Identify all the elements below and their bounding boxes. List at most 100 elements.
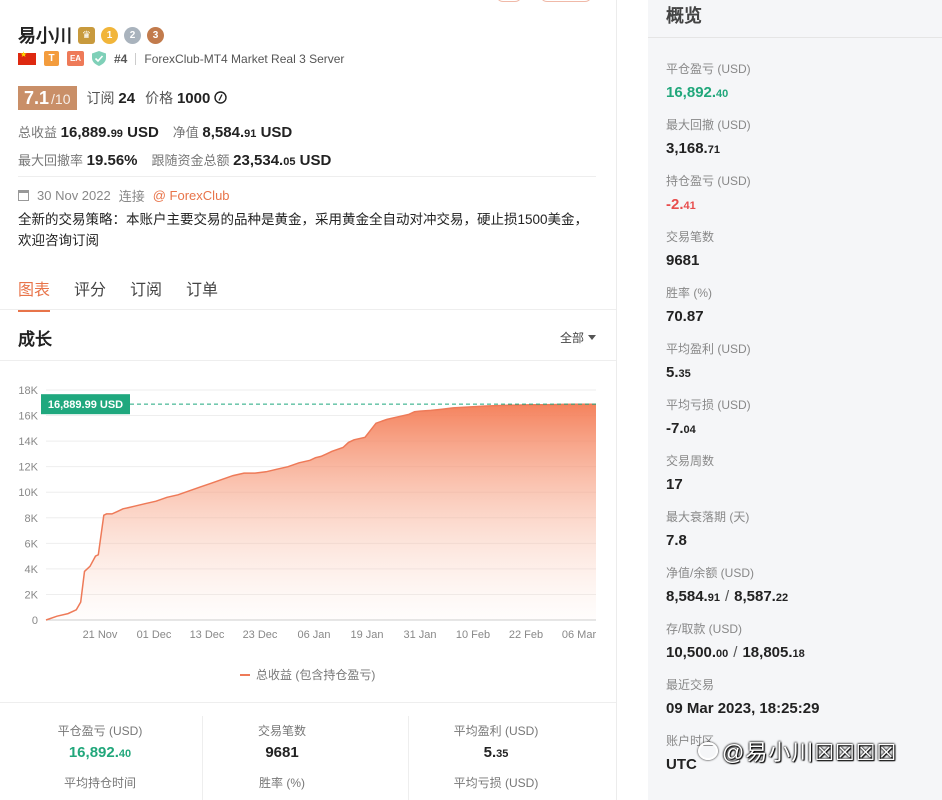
bottom-stat-label: 胜率 (%) [259,776,305,790]
overview-stat: 最大衰落期 (天) 7.8 [666,508,749,549]
growth-title: 成长 [18,330,52,349]
y-tick-label: 14K [18,436,38,448]
max-drawdown: 最大回撤率 19.56% [18,150,138,169]
overview-stat: 最近交易 09 Mar 2023, 18:25:29 [666,676,819,717]
tab-chart[interactable]: 图表 [18,276,51,312]
overview-stat: 最大回撤 (USD) 3,168.71 [666,116,751,157]
overview-stat-label: 交易周数 [666,454,715,468]
y-tick-label: 6K [25,538,39,550]
bottom-stat-int: 16,892. [68,744,119,761]
rating-row: 7.1 /10 订阅 24 价格 1000 [18,86,227,110]
account-badges: T EA #4 ForexClub-MT4 Market Real 3 Serv… [18,50,345,66]
x-tick-label: 06 Jan [297,629,330,641]
overview-stat: 净值/余额 (USD) 8,584.91 /8,587.22 [666,564,788,605]
overview-stat-value: 70.87 [666,308,712,325]
connected-label: 连接 [118,189,145,204]
overview-stat-dec: 91 [707,592,720,604]
bottom-stat-label: 平均亏损 (USD) [453,776,539,790]
y-tick-label: 10K [18,487,38,499]
info-divider [18,176,596,177]
overview-stat-dec: 35 [678,368,691,380]
rank-label: #4 [114,51,128,66]
overview-stat-int: 5. [666,364,679,381]
x-tick-label: 21 Nov [83,629,118,641]
overview-stat-value: 5.35 [666,364,751,381]
y-tick-label: 8K [25,513,39,525]
overview-stat-int: 7.8 [666,532,687,549]
metric-row-1: 总收益 16,889.99 USD 净值 8,584.91 USD [18,122,292,141]
overview-divider [648,37,942,38]
range-dropdown[interactable]: 全部 [560,329,596,346]
metric-row-2: 最大回撤率 19.56% 跟随资金总额 23,534.05 USD [18,150,331,169]
verified-shield-icon [92,51,106,66]
ea-badge: EA [67,51,84,66]
overview-title: 概览 [666,6,702,26]
overview-stat-label: 存/取款 (USD) [666,622,742,636]
silver-medal-icon: 2 [124,26,141,44]
overview-stat-value: 9681 [666,252,714,269]
bottom-stat-int: 5. [483,744,497,761]
bottom-stat-cell: 交易笔数 9681 [192,722,372,761]
follow-label: 跟随资金总额 [151,153,230,168]
server-name: ForexClub-MT4 Market Real 3 Server [144,51,345,66]
follow-unit: USD [299,152,332,169]
overview-stat-label: 净值/余额 (USD) [666,566,754,580]
overview-stat-int2: 18,805. [742,644,793,661]
x-tick-label: 10 Feb [456,629,490,641]
broker-link[interactable]: @ ForexClub [153,188,230,203]
overview-stat-int: -2. [666,196,684,213]
total-profit-dec: 99 [110,128,123,140]
overview-stat-value: 10,500.00 /18,805.18 [666,644,805,661]
total-profit: 总收益 16,889.99 USD [18,122,159,141]
legend-label: 总收益 (包含持仓盈亏) [256,668,376,682]
tab-orders[interactable]: 订单 [186,276,218,312]
chart-legend[interactable]: 总收益 (包含持仓盈亏) [240,666,375,683]
bronze-medal-icon: 3 [147,26,164,44]
overview-stat-dec: 40 [716,88,729,100]
overview-stat-int: 70.87 [666,308,704,325]
top-icon-button[interactable] [496,0,522,2]
tab-rating[interactable]: 评分 [74,276,106,312]
rating-value: 7.1 [24,88,50,108]
price-label: 价格 [145,90,174,106]
top-action-button[interactable] [540,0,592,2]
current-value-label: 16,889.99 USD [48,399,123,411]
growth-area [46,404,596,620]
growth-chart: 0 2K 4K 6K 8K 10K 12K 14K 16K 18K 21 Nov 01 Dec 13 D… [18,385,597,641]
trophy-icon: ♛ [78,26,95,44]
bottom-stat-cell: 平均亏损 (USD) [406,774,586,796]
price-value: 1000 [176,90,211,107]
overview-stat-label: 交易笔数 [666,230,715,244]
bottom-stat-int: 9681 [265,744,299,761]
tab-subscriptions[interactable]: 订阅 [130,276,162,312]
overview-stat-label: 持仓盈亏 (USD) [666,174,751,188]
overview-stat-int: 09 Mar 2023, 18:25:29 [666,700,820,717]
bottom-stat-value: 5.35 [406,744,586,761]
overview-stat: 持仓盈亏 (USD) -2.41 [666,172,751,213]
overview-stat-value: 09 Mar 2023, 18:25:29 [666,700,819,717]
bottom-stat-cell: 平仓盈亏 (USD) 16,892.40 [10,722,190,761]
equity-unit: USD [260,124,293,141]
bottom-stat-cell: 平均持仓时间 [10,774,190,796]
total-profit-int: 16,889. [60,124,111,141]
badge-separator [135,52,137,65]
overview-stat-value: 8,584.91 /8,587.22 [666,588,788,605]
overview-stat-int: 17 [666,476,683,493]
x-tick-label: 01 Dec [137,629,172,641]
overview-stat: 胜率 (%) 70.87 [666,284,712,325]
connected-since-row: 30 Nov 2022 连接 @ ForexClub [18,186,230,205]
overview-stat: 交易笔数 9681 [666,228,714,269]
overview-stat-int: 16,892. [666,84,717,101]
overview-stat-label: 平均亏损 (USD) [666,398,751,412]
overview-stat-value: 3,168.71 [666,140,751,157]
x-tick-label: 06 Mar [562,629,597,641]
drawdown-label: 最大回撤率 [18,153,84,168]
overview-stat-label: 最大回撤 (USD) [666,118,751,132]
x-tick-label: 19 Jan [350,629,383,641]
account-panel: 易小川 ♛ 1 2 3 T EA #4 ForexClub-MT4 Market… [0,0,616,800]
y-tick-label: 18K [18,385,38,397]
overview-stat-label: 平仓盈亏 (USD) [666,62,751,76]
equity-label: 净值 [172,125,199,140]
overview-stat-int: 3,168. [666,140,708,157]
equity-int: 8,584. [202,124,245,141]
